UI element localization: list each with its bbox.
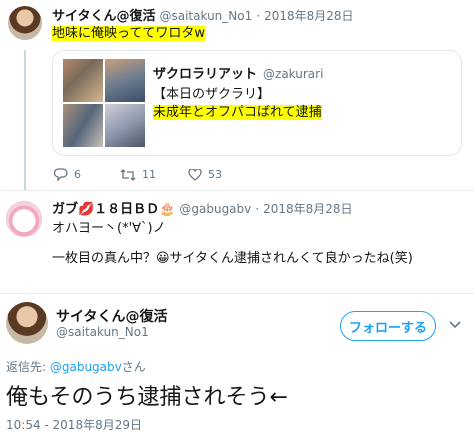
quoted-line-2: 未成年とオフパコばれて逮捕 [153,105,322,120]
reply-count: 6 [74,168,81,181]
retweet-count: 11 [142,168,156,181]
quoted-photo-3 [63,104,103,147]
reply-prefix: 返信先: [6,360,50,374]
quoted-display-name[interactable]: ザクロラリアット [153,63,257,82]
tweet-text: 俺もそのうち逮捕されそう← [6,385,288,410]
avatar[interactable] [8,6,42,40]
display-name[interactable]: ガブ💋１８日ＢＤ🎂 [52,198,175,217]
retweet-icon [120,168,136,181]
thread-line [24,50,26,190]
tweet-1[interactable]: サイタくん@復活 @saitakun_No1 · 2018年8月28日 地味に俺… [0,0,474,190]
quoted-photo-4 [105,104,145,147]
tweet-text-line-2: 一枚目の真ん中？😀サイタくん逮捕されんくて良かったね(笑) [52,251,413,266]
main-tweet: サイタくん@復活 @saitakun_No1 フォローする 返信先: @gabu… [0,294,474,437]
tweet-date[interactable]: 2018年8月28日 [264,7,353,24]
like-count: 53 [208,168,222,181]
quoted-media[interactable] [63,59,145,147]
follow-button-label: フォローする [348,320,427,336]
reply-action[interactable]: 6 [54,168,81,181]
retweet-action[interactable]: 11 [120,168,156,181]
chevron-down-icon [449,321,461,329]
reply-to-link[interactable]: @gabugabv [50,360,122,374]
separator-dot: · [255,202,260,216]
quoted-line-1: 【本日のザクラリ】 [153,87,271,102]
follow-button[interactable]: フォローする [340,311,436,341]
tweet-text-line-1: オハヨー丶(*'∀`)ノ [52,221,166,236]
more-options-button[interactable] [446,316,464,334]
tweet-text: 地味に俺映っててワロタw [52,26,205,41]
reply-suffix: さん [121,360,146,374]
quoted-handle[interactable]: @zakurari [263,67,323,81]
tweet-2[interactable]: ガブ💋１８日ＢＤ🎂 @gabugabv · 2018年8月28日 オハヨー丶(*… [0,191,474,291]
handle[interactable]: @saitakun_No1 [56,325,149,339]
separator-dot: · [256,9,261,23]
avatar[interactable] [6,302,48,344]
tweet-date[interactable]: 2018年8月28日 [263,200,352,217]
quoted-photo-2 [105,59,145,102]
heart-icon [188,168,202,181]
display-name[interactable]: サイタくん@復活 [56,306,167,326]
avatar[interactable] [6,201,42,237]
quoted-tweet[interactable]: ザクロラリアット @zakurari 【本日のザクラリ】 未成年とオフパコばれて… [52,50,462,156]
timestamp[interactable]: 10:54 - 2018年8月29日 [6,416,142,433]
reply-context: 返信先: @gabugabvさん [6,358,146,375]
quoted-photo-1 [63,59,103,102]
like-action[interactable]: 53 [188,168,222,181]
reply-icon [54,168,68,181]
handle[interactable]: @saitakun_No1 [159,9,252,23]
handle[interactable]: @gabugabv [179,202,251,216]
